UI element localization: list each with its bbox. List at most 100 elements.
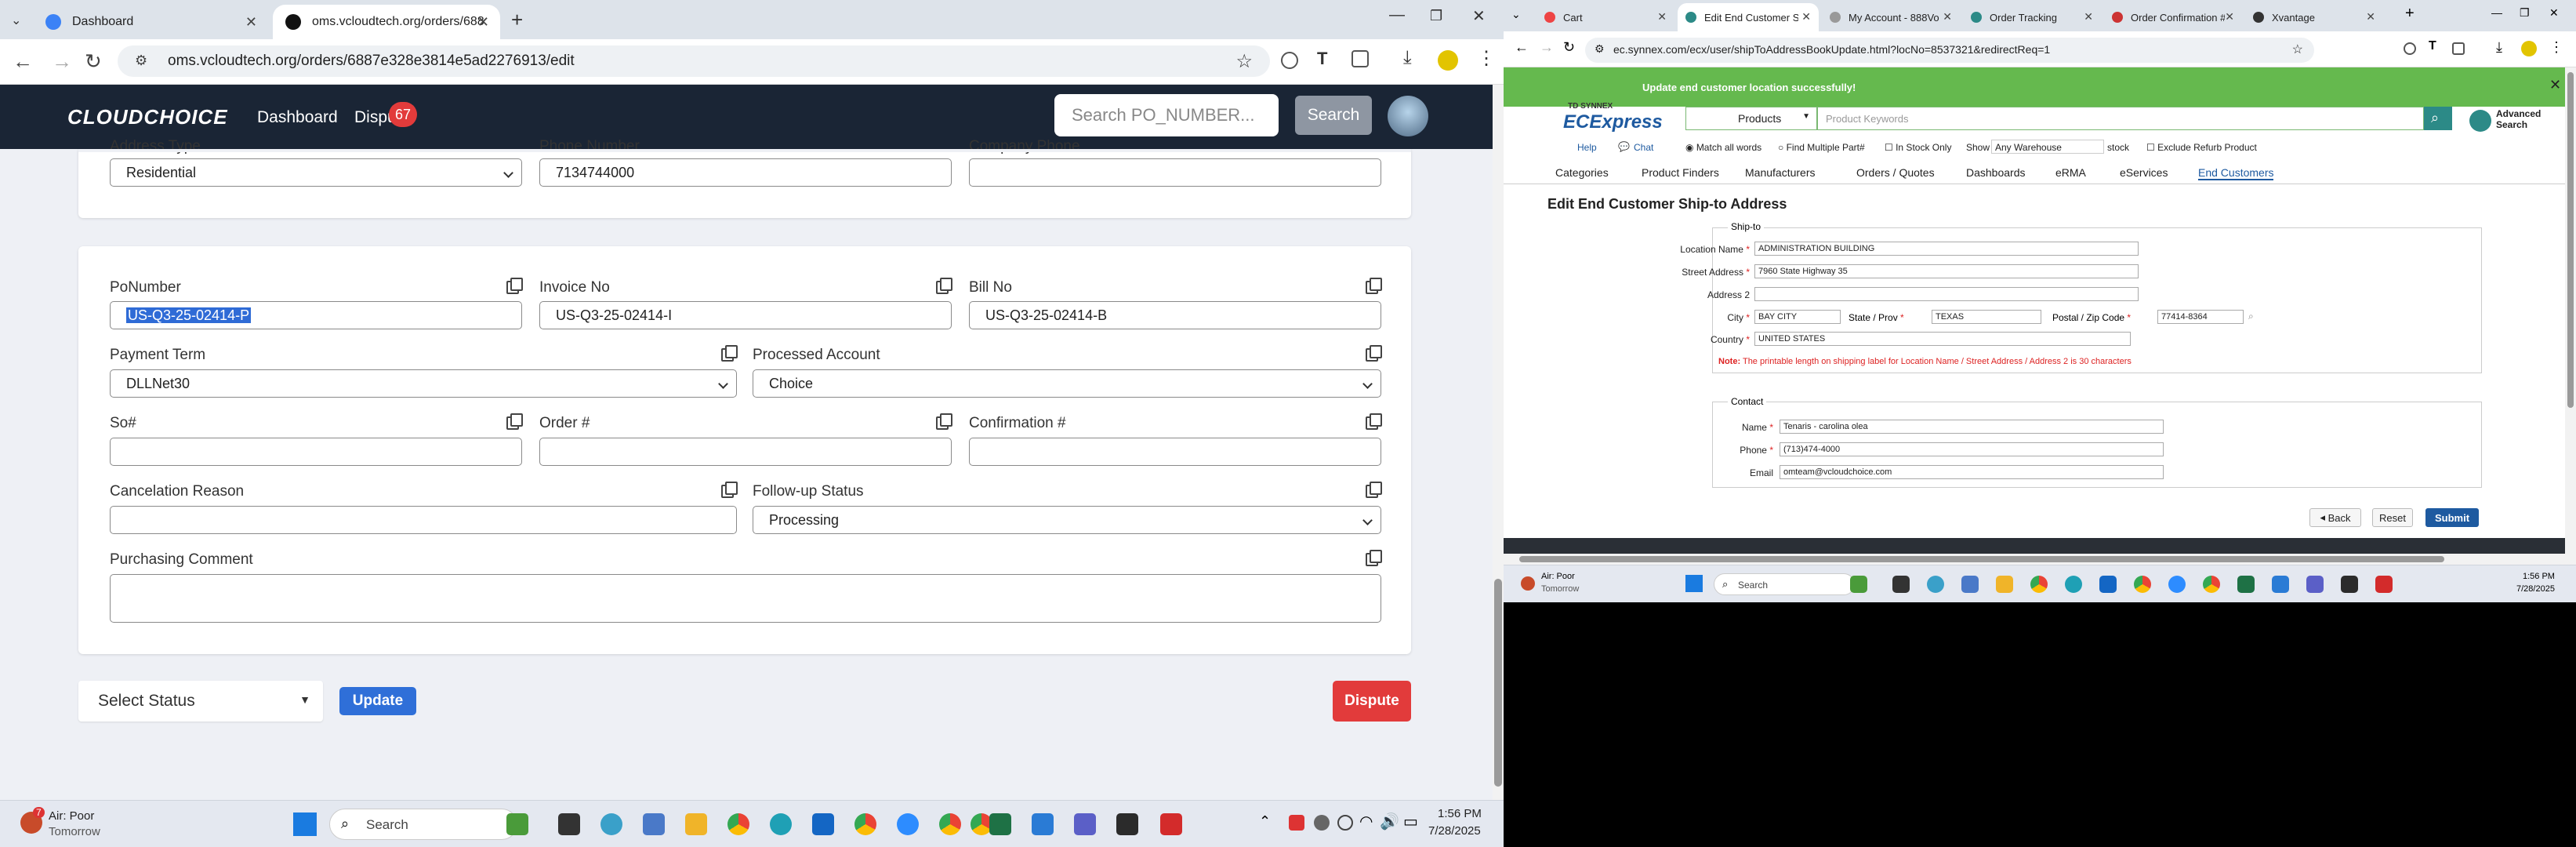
search-button[interactable]: Search [1295, 96, 1372, 135]
chat-link[interactable]: Chat [1634, 142, 1653, 153]
volume-icon[interactable]: 🔊 [1380, 812, 1399, 831]
cancelation-reason-field[interactable] [110, 506, 737, 534]
more-menu-icon[interactable]: ⋮ [2549, 39, 2563, 56]
chrome-alt-icon[interactable] [2203, 576, 2220, 593]
close-tab-icon[interactable]: ✕ [245, 14, 257, 31]
find-multiple-radio[interactable]: ○ Find Multiple Part# [1778, 142, 1865, 153]
chrome-profile-icon[interactable] [854, 813, 876, 835]
zoom-icon[interactable] [2168, 576, 2186, 593]
in-stock-checkbox[interactable]: ☐ In Stock Only [1885, 142, 1951, 153]
purchasing-comment-textarea[interactable] [110, 574, 1381, 623]
acrobat-icon[interactable] [2375, 576, 2393, 593]
street-address-field[interactable]: 7960 State Highway 35 [1754, 264, 2139, 278]
chrome-icon[interactable] [2030, 576, 2048, 593]
taskbar-search-box[interactable]: ⌕ Search [1714, 573, 1855, 595]
tab-order-confirmation[interactable]: Order Confirmation # ✕ [2104, 3, 2242, 31]
copilot-icon[interactable] [1927, 576, 1944, 593]
status-select[interactable]: Select Status ▼ [78, 681, 323, 722]
reader-mode-icon[interactable]: T [2429, 39, 2436, 53]
close-tab-icon[interactable]: ✕ [477, 14, 489, 31]
media-app-icon[interactable] [1116, 813, 1138, 835]
url-field[interactable]: ⚙ ec.synnex.com/ecx/user/shipToAddressBo… [1585, 38, 2314, 63]
tray-app-icon[interactable] [1289, 815, 1304, 831]
advanced-search-icon[interactable] [2469, 110, 2491, 132]
clock-time[interactable]: 1:56 PM [2523, 572, 2555, 581]
warehouse-select[interactable]: Any Warehouse [1991, 140, 2104, 154]
copy-payment-term-icon[interactable] [721, 345, 738, 362]
site-info-icon[interactable]: ⚙ [135, 53, 147, 69]
invoice-no-field[interactable]: US-Q3-25-02414-I [539, 301, 952, 329]
back-icon[interactable]: ← [13, 50, 33, 72]
horizontal-scrollbar[interactable] [1504, 554, 2576, 565]
menu-eservices[interactable]: eServices [2120, 166, 2168, 179]
menu-product-finders[interactable]: Product Finders [1642, 166, 1719, 179]
copy-followup-icon[interactable] [1366, 482, 1382, 498]
tab-dashboard[interactable]: Dashboard ✕ [33, 5, 268, 39]
weather-title[interactable]: Air: Poor [1541, 572, 1575, 581]
edge-icon[interactable] [770, 813, 792, 835]
followup-status-select[interactable]: Processing [753, 506, 1381, 534]
products-select[interactable]: Products ▼ [1685, 107, 1817, 130]
file-explorer-icon[interactable] [1996, 576, 2013, 593]
city-field[interactable]: BAY CITY [1754, 310, 1841, 324]
cloudchoice-logo[interactable]: CLOUDCHOICE [67, 105, 228, 129]
taskbar-search-box[interactable]: ⌕ Search [329, 809, 517, 840]
menu-dashboards[interactable]: Dashboards [1966, 166, 2026, 179]
match-all-radio[interactable]: ◉ Match all words [1685, 142, 1761, 153]
reload-icon[interactable]: ↻ [1563, 39, 1575, 56]
exclude-refurb-checkbox[interactable]: ☐ Exclude Refurb Product [2146, 142, 2257, 153]
tray-app2-icon[interactable] [1314, 815, 1330, 831]
tab-cart[interactable]: Cart ✕ [1537, 3, 1674, 31]
bookmark-star-icon[interactable]: ☆ [2292, 42, 2303, 57]
tab-search-icon[interactable]: ⌄ [1511, 8, 1521, 21]
zip-field[interactable]: 77414-8364 [2157, 310, 2244, 324]
start-windows-icon[interactable] [293, 812, 317, 836]
maximize-icon[interactable]: ❐ [1430, 8, 1442, 24]
tab-order-tracking[interactable]: Order Tracking ✕ [1963, 3, 2101, 31]
new-tab-button[interactable]: + [511, 8, 523, 32]
payment-term-select[interactable]: DLLNet30 [110, 369, 737, 398]
minimize-icon[interactable]: — [1389, 6, 1405, 24]
chrome-alt-icon[interactable] [939, 813, 961, 835]
teams-icon[interactable] [2306, 576, 2324, 593]
excel-icon[interactable] [989, 813, 1011, 835]
nav-dashboard[interactable]: Dashboard [257, 108, 338, 127]
copilot-icon[interactable] [600, 813, 622, 835]
copy-confirmation-icon[interactable] [1366, 413, 1382, 430]
confirmation-field[interactable] [969, 438, 1381, 466]
right-vertical-scrollbar[interactable] [2565, 67, 2576, 554]
translate-icon[interactable] [2404, 42, 2416, 55]
clock-date[interactable]: 7/28/2025 [2516, 584, 2555, 594]
contact-name-field[interactable]: Tenaris - carolina olea [1780, 420, 2164, 434]
plant-app-icon[interactable] [1850, 576, 1867, 593]
forward-icon[interactable]: → [1540, 39, 1554, 56]
close-tab-icon[interactable]: ✕ [1801, 10, 1811, 24]
dispute-button[interactable]: Dispute [1333, 681, 1411, 722]
chrome-icon[interactable] [727, 813, 749, 835]
advanced-search-link[interactable]: Advanced Search [2496, 108, 2551, 130]
profile-icon[interactable] [2521, 41, 2537, 56]
copy-po-number-icon[interactable] [506, 278, 523, 294]
tab-search-icon[interactable]: ⌄ [11, 13, 21, 28]
plant-app-icon[interactable] [506, 813, 528, 835]
tray-chevron-up-icon[interactable]: ⌃ [1259, 813, 1271, 830]
extensions-icon[interactable] [1351, 50, 1369, 67]
translate-icon[interactable] [1281, 52, 1298, 69]
ecexpress-logo[interactable]: ECExpress [1563, 111, 1663, 133]
state-select[interactable]: TEXAS [1932, 310, 2041, 324]
po-search-input[interactable]: Search PO_NUMBER... [1054, 94, 1279, 136]
contact-phone-field[interactable]: (713)474-4000 [1780, 442, 2164, 456]
media-app-icon[interactable] [2341, 576, 2358, 593]
po-number-field[interactable]: US-Q3-25-02414-P [110, 301, 522, 329]
tray-app3-icon[interactable] [1337, 815, 1353, 831]
so-field[interactable] [110, 438, 522, 466]
weather-icon[interactable] [1521, 576, 1535, 591]
edge-icon[interactable] [2065, 576, 2082, 593]
copy-invoice-icon[interactable] [936, 278, 952, 294]
bookmark-star-icon[interactable]: ☆ [1235, 50, 1253, 73]
copy-comment-icon[interactable] [1366, 550, 1382, 566]
keyword-search-button[interactable]: ⌕ [2424, 107, 2452, 130]
task-view-icon[interactable] [1892, 576, 1910, 593]
calculator-icon[interactable] [643, 813, 665, 835]
product-keywords-input[interactable]: Product Keywords [1817, 107, 2424, 130]
